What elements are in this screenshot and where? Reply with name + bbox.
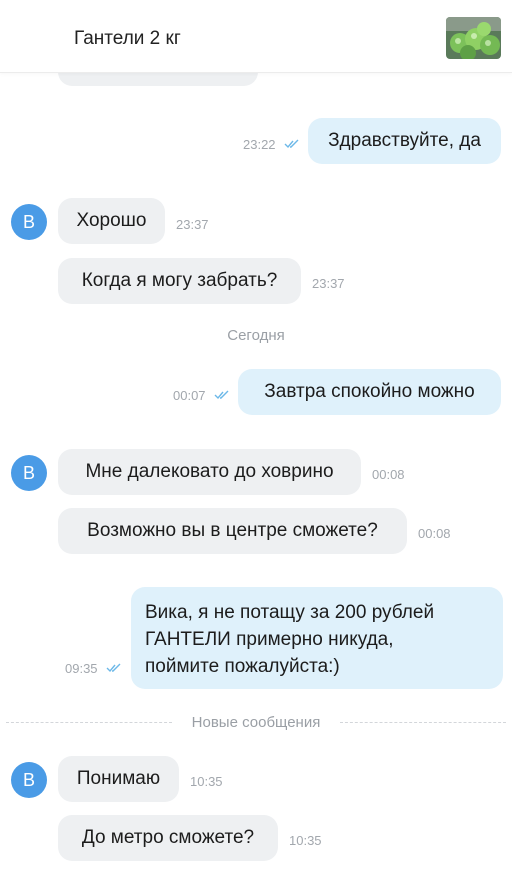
read-check-icon <box>106 663 121 673</box>
divider-line <box>340 722 506 723</box>
message-bubble[interactable]: Мне далековато до ховрино <box>58 449 361 495</box>
message-time: 00:07 <box>173 388 206 403</box>
message-time: 23:37 <box>176 217 209 232</box>
day-separator: Сегодня <box>227 327 285 344</box>
message-time: 09:35 <box>65 661 98 676</box>
message-time: 23:37 <box>312 276 345 291</box>
message-bubble[interactable]: Завтра спокойно можно <box>238 369 501 415</box>
message-time: 00:08 <box>372 467 405 482</box>
avatar[interactable]: В <box>11 204 47 240</box>
avatar[interactable]: В <box>11 762 47 798</box>
message-bubble[interactable]: Возможно вы в центре сможете? <box>58 508 407 554</box>
message-bubble[interactable]: Когда я могу забрать? <box>58 258 301 304</box>
message-time: 10:35 <box>289 833 322 848</box>
message-bubble[interactable]: Вика, я не потащу за 200 рублей ГАНТЕЛИ … <box>131 587 503 689</box>
read-check-icon <box>284 139 299 149</box>
message-time: 10:35 <box>190 774 223 789</box>
chat-header: Гантели 2 кг <box>0 0 512 72</box>
message-bubble[interactable]: Здравствуйте, да <box>308 118 501 164</box>
new-messages-separator: Новые сообщения <box>0 712 512 732</box>
avatar[interactable]: В <box>11 455 47 491</box>
chat-title[interactable]: Гантели 2 кг <box>74 28 181 50</box>
message-bubble[interactable]: До метро сможете? <box>58 815 278 861</box>
message-time: 00:08 <box>418 526 451 541</box>
read-check-icon <box>214 390 229 400</box>
message-bubble[interactable]: Понимаю <box>58 756 179 802</box>
listing-thumbnail-icon[interactable] <box>446 17 501 59</box>
message-time: 23:22 <box>243 137 276 152</box>
message-bubble[interactable]: Хорошо <box>58 198 165 244</box>
